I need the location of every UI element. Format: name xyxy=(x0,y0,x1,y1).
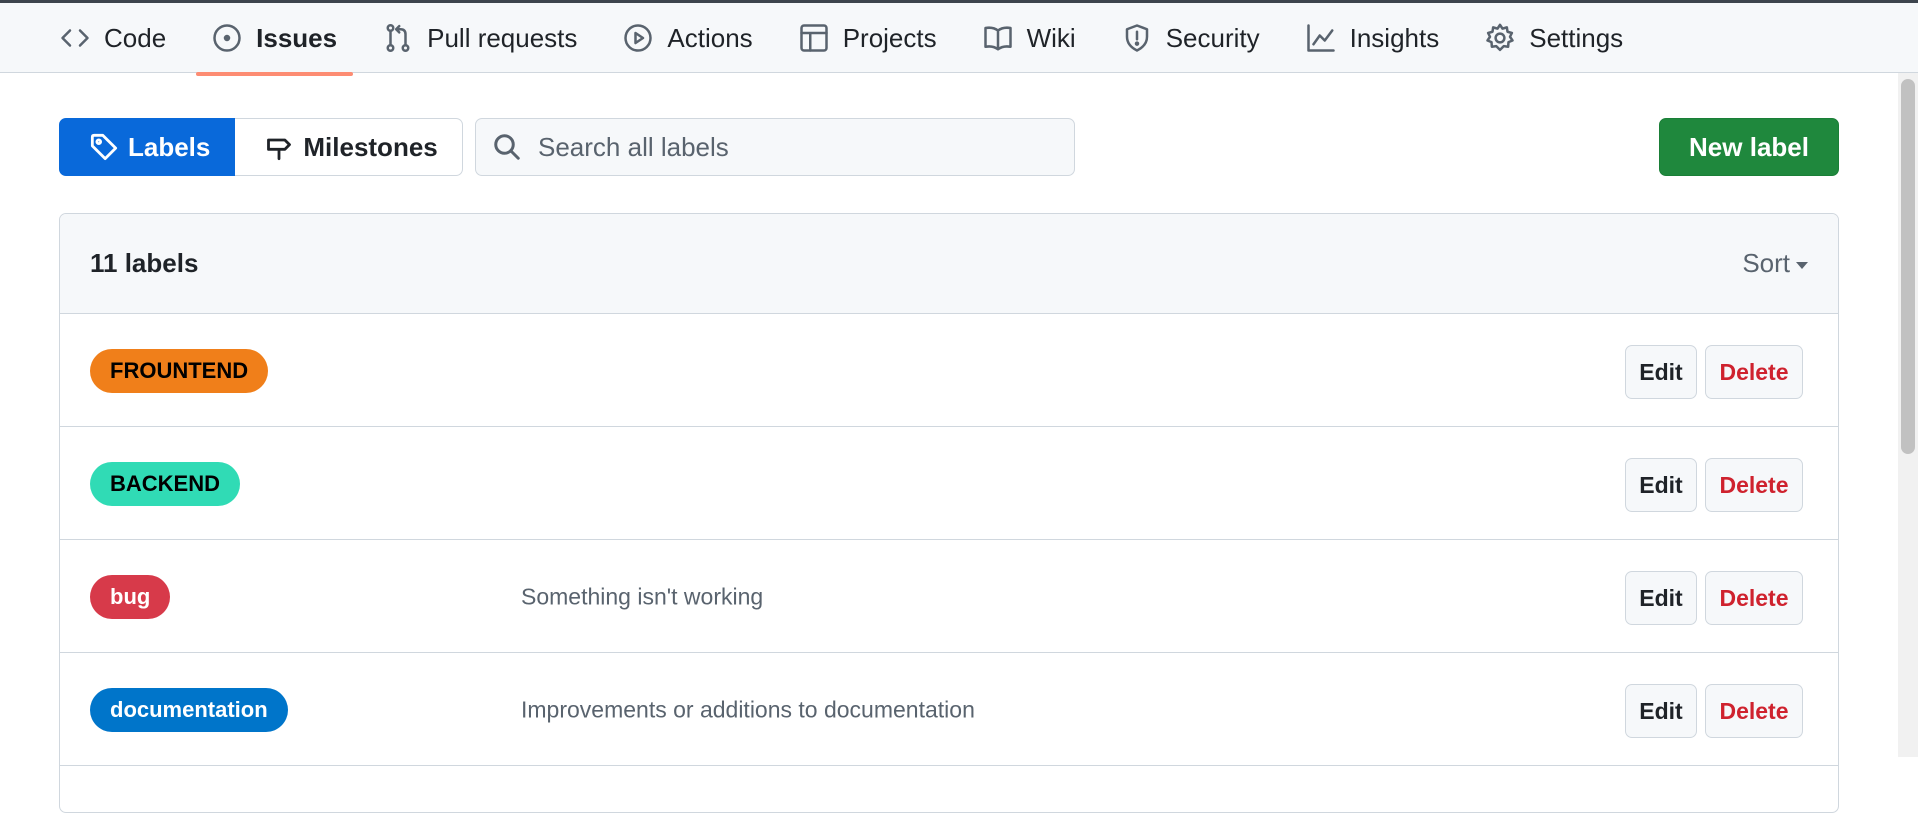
tab-wiki[interactable]: Wiki xyxy=(967,10,1092,66)
page-scrollbar[interactable] xyxy=(1898,73,1918,757)
tag-icon xyxy=(90,133,118,161)
milestones-tab-label: Milestones xyxy=(303,131,438,162)
label-pill[interactable]: BACKEND xyxy=(90,462,240,506)
delete-button[interactable]: Delete xyxy=(1705,684,1803,738)
code-icon xyxy=(61,29,89,47)
label-row: BACKEND Edit Delete xyxy=(60,427,1838,540)
repo-nav: Code Issues Pull requests Actions Projec… xyxy=(0,3,1918,76)
tab-issues[interactable]: Issues xyxy=(196,10,354,76)
label-row: FROUNTEND Edit Delete xyxy=(60,314,1838,427)
edit-button[interactable]: Edit xyxy=(1625,345,1697,399)
label-row: bug Something isn't working Edit Delete xyxy=(60,540,1838,653)
play-icon xyxy=(624,24,653,52)
label-pill[interactable]: documentation xyxy=(90,688,288,732)
label-row: documentation Improvements or additions … xyxy=(60,653,1838,766)
search-icon xyxy=(494,134,520,160)
edit-button[interactable]: Edit xyxy=(1625,684,1697,738)
issue-opened-icon xyxy=(213,24,241,52)
tab-projects[interactable]: Projects xyxy=(783,10,953,66)
tab-actions[interactable]: Actions xyxy=(607,10,768,66)
delete-button[interactable]: Delete xyxy=(1705,571,1803,625)
tab-label: Projects xyxy=(842,22,937,53)
labels-tab[interactable]: Labels xyxy=(59,118,236,176)
tab-label: Insights xyxy=(1349,22,1440,53)
sort-label: Sort xyxy=(1742,248,1790,278)
triangle-down-icon xyxy=(1796,261,1808,269)
shield-icon xyxy=(1125,24,1148,52)
sort-dropdown[interactable]: Sort xyxy=(1742,248,1808,279)
tab-security[interactable]: Security xyxy=(1106,10,1276,66)
repo-header: Code Issues Pull requests Actions Projec… xyxy=(0,0,1918,76)
scrollbar-thumb[interactable] xyxy=(1901,79,1915,454)
tab-label: Actions xyxy=(667,22,753,53)
milestone-icon xyxy=(267,138,292,161)
labels-count: 11 labels xyxy=(90,248,199,278)
graph-icon xyxy=(1306,24,1335,52)
gear-icon xyxy=(1486,23,1514,52)
labels-list-header: 11 labels Sort xyxy=(60,214,1838,314)
labels-milestones-subnav: Labels Milestones xyxy=(59,118,463,176)
search-labels[interactable] xyxy=(475,118,1075,176)
tab-label: Code xyxy=(104,22,167,53)
label-pill[interactable]: FROUNTEND xyxy=(90,349,269,393)
label-description: Improvements or additions to documentati… xyxy=(521,696,975,723)
tab-label: Issues xyxy=(256,22,338,53)
milestones-tab[interactable]: Milestones xyxy=(235,118,463,176)
label-pill[interactable]: bug xyxy=(90,575,171,619)
labels-tab-label: Labels xyxy=(128,131,211,162)
tab-label: Pull requests xyxy=(427,22,578,53)
git-pull-request-icon xyxy=(386,23,410,52)
tab-settings[interactable]: Settings xyxy=(1469,10,1639,66)
tab-pull-requests[interactable]: Pull requests xyxy=(367,10,593,66)
book-icon xyxy=(983,26,1012,51)
tab-label: Wiki xyxy=(1026,22,1076,53)
label-description: Something isn't working xyxy=(521,583,764,610)
table-icon xyxy=(799,24,828,52)
delete-button[interactable]: Delete xyxy=(1705,458,1803,512)
edit-button[interactable]: Edit xyxy=(1625,571,1697,625)
tab-insights[interactable]: Insights xyxy=(1290,10,1456,66)
tab-label: Settings xyxy=(1529,22,1624,53)
edit-button[interactable]: Edit xyxy=(1625,458,1697,512)
tab-label: Security xyxy=(1165,22,1260,53)
labels-list: 11 labels Sort FROUNTEND Edit Delete BAC… xyxy=(59,213,1839,813)
delete-button[interactable]: Delete xyxy=(1705,345,1803,399)
tab-code[interactable]: Code xyxy=(44,10,182,66)
search-input[interactable] xyxy=(538,131,1058,163)
new-label-button[interactable]: New label xyxy=(1659,118,1839,176)
